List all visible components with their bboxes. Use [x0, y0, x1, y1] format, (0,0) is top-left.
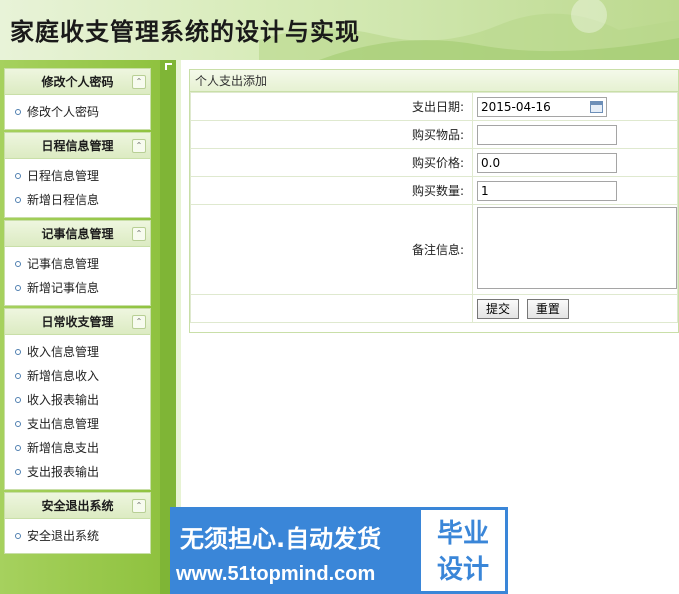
sidebar-item-label: 新增信息收入 [27, 369, 100, 383]
menu-group-notes: 记事信息管理 ⌃ 记事信息管理 新增记事信息 [4, 220, 151, 306]
menu-header-schedule[interactable]: 日程信息管理 ⌃ [5, 133, 150, 159]
sidebar-item-notes-add[interactable]: 新增记事信息 [5, 276, 150, 300]
price-label: 购买价格: [190, 148, 473, 177]
watermark-badge-text: 毕业设计 [436, 519, 489, 585]
quantity-input[interactable] [477, 180, 617, 201]
sidebar-item-label: 安全退出系统 [27, 529, 100, 543]
bullet-icon [15, 172, 21, 179]
reset-button[interactable]: 重置 [526, 298, 569, 319]
sidebar-item-expense-manage[interactable]: 支出信息管理 [5, 412, 150, 436]
collapse-icon[interactable]: ⌃ [132, 139, 146, 153]
item-input[interactable] [477, 124, 617, 145]
menu-group-finance: 日常收支管理 ⌃ 收入信息管理 新增信息收入 收入报表输出 支出信息管理 新增信… [4, 308, 151, 490]
sidebar-item-notes-manage[interactable]: 记事信息管理 [5, 252, 150, 276]
bullet-icon [15, 532, 21, 539]
banner: 家庭收支管理系统的设计与实现 [0, 0, 679, 60]
notes-textarea[interactable] [477, 207, 677, 289]
watermark-badge: 毕业设计 [418, 507, 508, 594]
date-input[interactable] [477, 96, 607, 117]
splitter-toggle[interactable] [162, 60, 174, 72]
sidebar-item-expense-add[interactable]: 新增信息支出 [5, 436, 150, 460]
menu-header-label: 日程信息管理 [41, 139, 114, 153]
menu-header-finance[interactable]: 日常收支管理 ⌃ [5, 309, 150, 335]
sidebar-item-label: 支出报表输出 [27, 465, 100, 479]
watermark-url: www.51topmind.com [176, 563, 376, 585]
sidebar-item-label: 新增信息支出 [27, 441, 100, 455]
watermark-left: 无须担心.自动发货 www.51topmind.com [170, 507, 418, 594]
sidebar-item-label: 修改个人密码 [27, 105, 100, 119]
collapse-icon[interactable]: ⌃ [132, 499, 146, 513]
menu-header-label: 日常收支管理 [41, 315, 114, 329]
watermark-ad: 无须担心.自动发货 www.51topmind.com 毕业设计 [170, 507, 508, 594]
sidebar-item-label: 日程信息管理 [27, 169, 100, 183]
bullet-icon [15, 108, 21, 115]
bullet-icon [15, 468, 21, 475]
expense-add-panel: 个人支出添加 支出日期: 购买物品: 购买价格: 购买数量: 备注信息: [189, 69, 679, 333]
price-input[interactable] [477, 152, 617, 173]
notes-label: 备注信息: [190, 204, 473, 295]
sidebar-item-logout[interactable]: 安全退出系统 [5, 524, 150, 548]
arrow-icon [165, 63, 172, 70]
sidebar-item-label: 记事信息管理 [27, 257, 100, 271]
submit-button[interactable]: 提交 [477, 298, 520, 319]
collapse-icon[interactable]: ⌃ [132, 315, 146, 329]
menu-header-label: 修改个人密码 [41, 75, 114, 89]
sidebar-item-label: 新增记事信息 [27, 281, 100, 295]
sidebar-item-schedule-add[interactable]: 新增日程信息 [5, 188, 150, 212]
menu-group-logout: 安全退出系统 ⌃ 安全退出系统 [4, 492, 151, 554]
date-label: 支出日期: [190, 92, 473, 121]
bullet-icon [15, 420, 21, 427]
menu-group-schedule: 日程信息管理 ⌃ 日程信息管理 新增日程信息 [4, 132, 151, 218]
sidebar-item-change-password[interactable]: 修改个人密码 [5, 100, 150, 124]
quantity-label: 购买数量: [190, 176, 473, 205]
menu-header-label: 记事信息管理 [41, 227, 114, 241]
bullet-icon [15, 396, 21, 403]
sidebar-item-label: 收入信息管理 [27, 345, 100, 359]
panel-title: 个人支出添加 [190, 70, 678, 92]
bullet-icon [15, 284, 21, 291]
sidebar-item-income-add[interactable]: 新增信息收入 [5, 364, 150, 388]
item-label: 购买物品: [190, 120, 473, 149]
sidebar-item-schedule-manage[interactable]: 日程信息管理 [5, 164, 150, 188]
menu-header-logout[interactable]: 安全退出系统 ⌃ [5, 493, 150, 519]
bullet-icon [15, 260, 21, 267]
page-title: 家庭收支管理系统的设计与实现 [10, 17, 360, 46]
collapse-icon[interactable]: ⌃ [132, 75, 146, 89]
sidebar-item-income-manage[interactable]: 收入信息管理 [5, 340, 150, 364]
expense-form: 支出日期: 购买物品: 购买价格: 购买数量: 备注信息: [190, 92, 678, 323]
sidebar-item-label: 支出信息管理 [27, 417, 100, 431]
sidebar-item-expense-report[interactable]: 支出报表输出 [5, 460, 150, 484]
calendar-icon[interactable] [590, 100, 603, 113]
menu-header-label: 安全退出系统 [41, 499, 114, 513]
date-picker[interactable] [477, 96, 607, 117]
bullet-icon [15, 348, 21, 355]
buttons-spacer [190, 294, 473, 323]
menu-header-password[interactable]: 修改个人密码 ⌃ [5, 69, 150, 95]
bullet-icon [15, 444, 21, 451]
sidebar-item-label: 收入报表输出 [27, 393, 100, 407]
menu-header-notes[interactable]: 记事信息管理 ⌃ [5, 221, 150, 247]
sidebar-item-label: 新增日程信息 [27, 193, 100, 207]
bullet-icon [15, 372, 21, 379]
watermark-slogan: 无须担心.自动发货 [180, 525, 382, 553]
collapse-icon[interactable]: ⌃ [132, 227, 146, 241]
bullet-icon [15, 196, 21, 203]
sidebar-item-income-report[interactable]: 收入报表输出 [5, 388, 150, 412]
menu-group-password: 修改个人密码 ⌃ 修改个人密码 [4, 68, 151, 130]
